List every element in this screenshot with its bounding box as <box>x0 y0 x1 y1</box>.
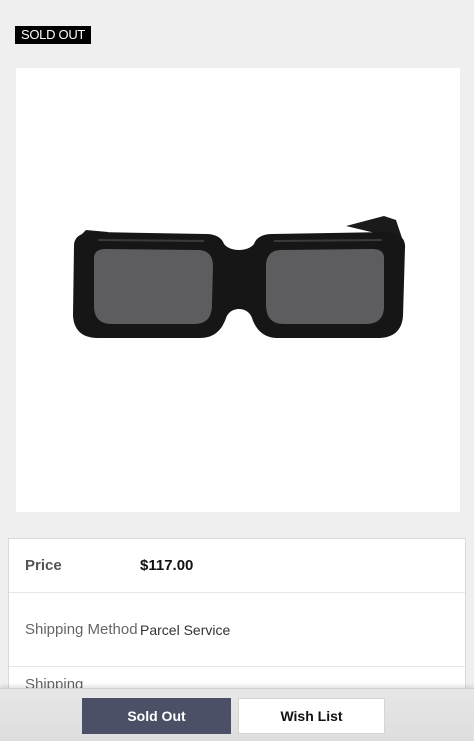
price-value: $117.00 <box>140 557 194 574</box>
bottom-action-bar: Sold Out Wish List <box>0 688 474 741</box>
shipping-method-label: Shipping Method <box>25 620 138 638</box>
sold-out-button[interactable]: Sold Out <box>82 698 231 734</box>
shipping-method-value: Parcel Service <box>140 621 231 638</box>
price-label: Price <box>25 556 62 574</box>
sold-out-badge: SOLD OUT <box>15 26 92 44</box>
product-page: SOLD OUT Price $117.00 Shipping Method P… <box>0 0 474 741</box>
product-image-card[interactable] <box>16 68 460 512</box>
price-row: Price $117.00 <box>9 539 465 593</box>
sunglasses-image <box>73 216 406 338</box>
wish-list-button[interactable]: Wish List <box>238 698 385 734</box>
shipping-method-row: Shipping Method Parcel Service <box>9 593 465 667</box>
